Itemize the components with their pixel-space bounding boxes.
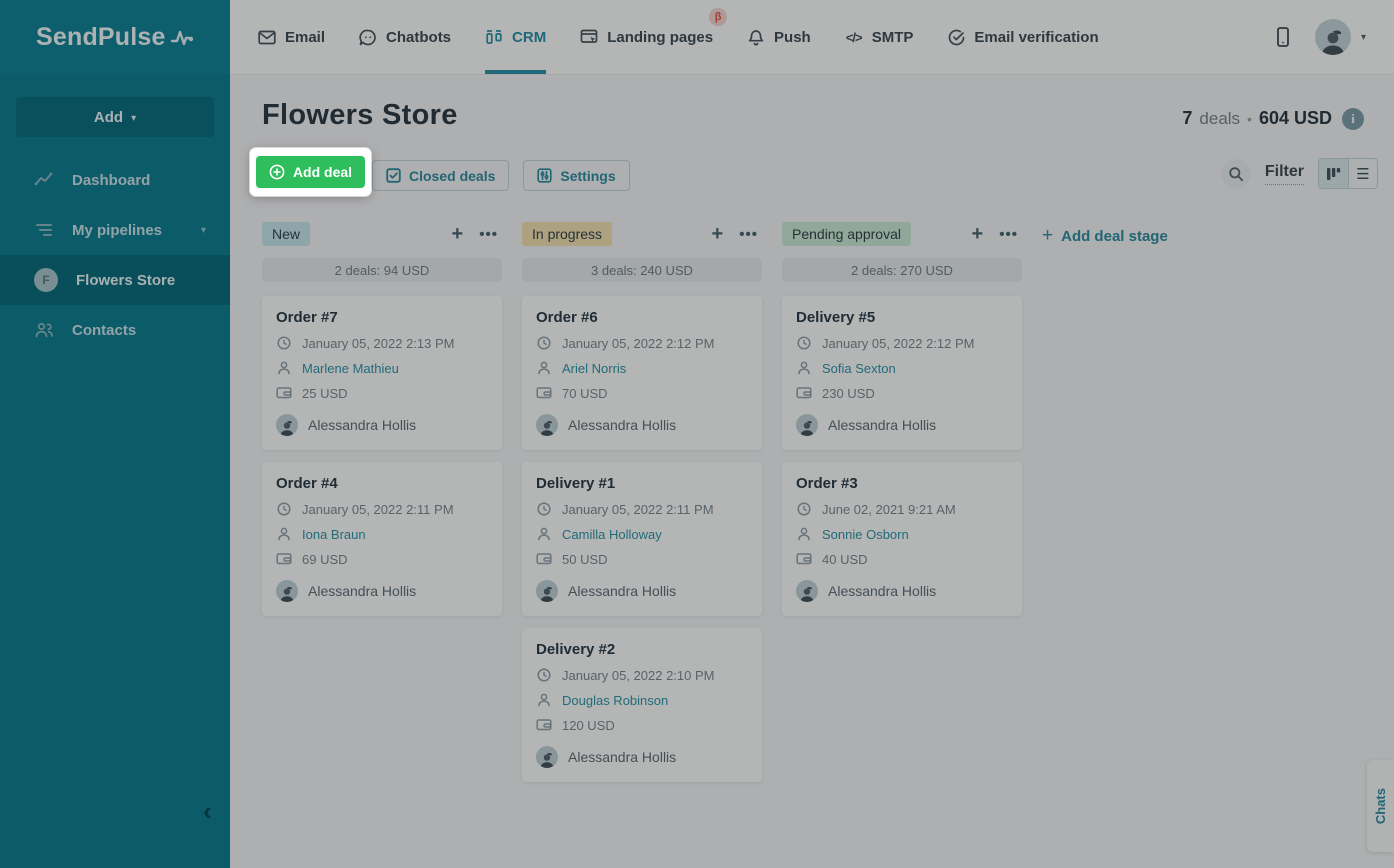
- app-window: SendPulse Add ▾ Dashboard: [0, 0, 1394, 868]
- tutorial-spotlight: Add deal: [250, 148, 371, 196]
- plus-circle-icon: [269, 164, 285, 180]
- tutorial-dim-overlay: [0, 0, 1394, 868]
- add-deal-label: Add deal: [293, 164, 352, 180]
- add-deal-button[interactable]: Add deal: [256, 156, 365, 188]
